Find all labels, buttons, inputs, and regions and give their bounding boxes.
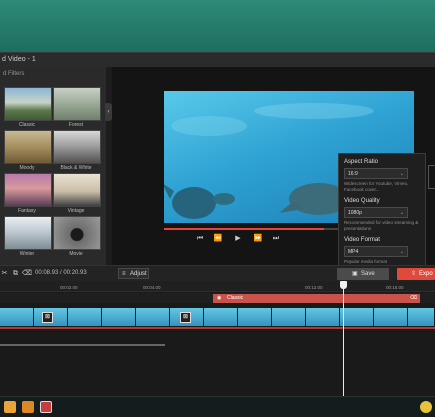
sliders-icon: ≡ [122,271,126,277]
filter-thumb-classic[interactable] [4,87,52,121]
filter-clip[interactable]: ◉ Classic ⌫ [213,294,420,303]
adjust-button-label: Adjust [130,271,147,277]
video-frame-thumbnail [374,308,408,326]
horizontal-scrollbar[interactable] [0,344,165,346]
video-frame-thumbnail [238,308,272,326]
save-icon: ▣ [352,271,358,277]
fast-forward-icon[interactable]: ⏩ [252,233,264,245]
export-icon: ⇧ [411,271,417,277]
ruler-tick: 00:12.00 [305,285,323,290]
save-button[interactable]: ▣ Save [337,268,389,280]
file-explorer-icon[interactable] [4,401,16,413]
filter-thumb-movie[interactable] [53,216,101,250]
taskbar [0,396,435,417]
filter-label-winter: Winter [19,251,35,257]
video-frame-thumbnail [0,308,34,326]
panel-side-tab[interactable] [428,165,435,189]
aspect-ratio-hint: Widescreen for Youtube, Vimeo, Facebook … [344,181,409,192]
chevron-down-icon: ⌄ [399,171,404,177]
filters-header: d Filters [3,71,25,77]
adjust-button[interactable]: ≡ Adjust [118,268,149,279]
export-settings-panel: Aspect Ratio 16:9 ⌄ Widescreen for Youtu… [338,153,426,281]
video-quality-value: 1080p [348,210,362,216]
video-quality-select[interactable]: 1080p ⌄ [344,207,408,218]
export-button-label: Expo [419,271,433,277]
ruler-tick: 00:04.00 [143,285,161,290]
filter-thumb-winter[interactable] [4,216,52,250]
preview-area: ⏮ ⏪ ▶ ⏩ ⏭ Aspect Ratio 16:9 ⌄ Widescreen… [112,67,435,281]
filters-panel: d Filters Classic Forest Moody Black & W… [0,67,106,265]
play-icon[interactable]: ▶ [232,233,244,245]
folder-icon[interactable] [22,401,34,413]
filter-label-black-white: Black & White [60,165,92,171]
desktop-background [0,0,435,52]
video-frame-thumbnail [136,308,170,326]
copy-icon[interactable]: ⧉ [11,269,20,278]
video-quality-hint: Recommended for video streaming & presen… [344,220,419,231]
filter-thumb-vintage[interactable] [53,173,101,207]
time-ruler[interactable]: 00:02.00 00:04.00 00:12.00 00:15.00 [0,281,435,292]
video-frame-thumbnail [340,308,374,326]
video-frame-thumbnail [68,308,102,326]
notification-icon[interactable] [420,401,432,413]
chevron-down-icon: ⌄ [399,249,404,255]
transition-icon[interactable]: ⊠ [180,312,191,323]
video-frame-thumbnail [102,308,136,326]
ruler-tick: 00:02.00 [60,285,78,290]
filter-thumb-black-white[interactable] [53,130,101,164]
video-format-label: Video Format [344,237,380,243]
turtle-shell-left [172,187,216,219]
playhead[interactable] [343,281,344,397]
skip-forward-icon[interactable]: ⏭ [270,233,282,245]
save-button-label: Save [361,271,375,277]
filter-clip-label: Classic [227,295,244,301]
filter-thumb-fantasy[interactable] [4,173,52,207]
ruler-tick: 00:15.00 [386,285,404,290]
editor-toolbar: ✂ ⧉ ⌫ 00:08.93 / 00:20.93 ≡ Adjust ▣ Sav… [0,265,435,282]
timecode: 00:08.93 / 00:20.93 [35,270,87,276]
seek-bar-progress [164,228,324,230]
transition-icon[interactable]: ⊠ [42,312,53,323]
video-quality-label: Video Quality [344,198,380,204]
chevron-down-icon: ⌄ [399,210,404,216]
playhead-handle[interactable] [340,281,347,289]
filter-label-classic: Classic [18,122,36,128]
video-editor-window: d Video - 1 d Filters Classic Forest Moo… [0,52,435,397]
filter-label-forest: Forest [68,122,84,128]
filter-track: ◉ Classic ⌫ [0,293,435,303]
timeline: 00:02.00 00:04.00 00:12.00 00:15.00 ◉ Cl… [0,281,435,397]
filter-thumb-forest[interactable] [53,87,101,121]
track-selection-bar [0,327,435,329]
window-title: d Video - 1 [0,53,435,67]
aspect-ratio-select[interactable]: 16:9 ⌄ [344,168,408,179]
video-frame-thumbnail [306,308,340,326]
cut-icon[interactable]: ✂ [0,269,9,278]
aspect-ratio-value: 16:9 [348,171,358,177]
trash-icon[interactable]: ⌫ [410,294,417,303]
filter-thumb-moody[interactable] [4,130,52,164]
delete-icon[interactable]: ⌫ [22,269,32,278]
filter-label-vintage: Vintage [67,208,85,214]
skip-back-icon[interactable]: ⏮ [194,233,206,245]
video-frame-thumbnail [272,308,306,326]
aspect-ratio-label: Aspect Ratio [344,159,379,165]
filter-label-moody: Moody [19,165,35,171]
export-button[interactable]: ⇧ Expo [397,268,435,280]
filter-icon: ◉ [217,295,222,301]
video-frame-thumbnail [408,308,435,326]
video-frame-thumbnail [204,308,238,326]
filter-label-fantasy: Fantasy [18,208,36,214]
video-format-select[interactable]: MP4 ⌄ [344,246,408,257]
filter-label-movie: Movie [69,251,83,257]
video-format-value: MP4 [348,249,359,255]
collapse-panel-chevron-icon[interactable]: ‹ [105,103,112,121]
video-track[interactable] [0,308,435,326]
rewind-icon[interactable]: ⏪ [212,233,224,245]
video-editor-taskbar-icon[interactable] [40,401,52,413]
